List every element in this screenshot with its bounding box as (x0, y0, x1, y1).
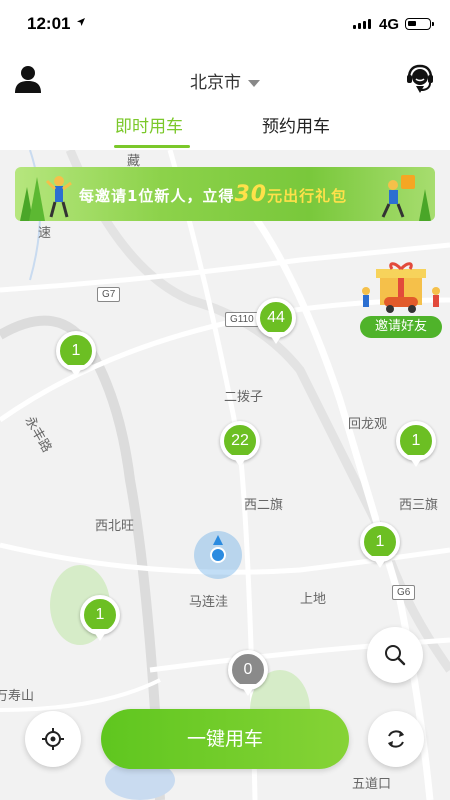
customer-service-icon[interactable] (406, 64, 434, 94)
invite-friends-label: 邀请好友 (360, 316, 442, 338)
refresh-icon (388, 730, 404, 748)
map-view[interactable]: 藏 速 永丰路 二拨子 回龙观 西二旗 西三旗 西北旺 马连洼 上地 五道口 万… (0, 150, 450, 800)
map-label: 西二旗 (244, 498, 284, 513)
tab-reserve[interactable]: 预约用车 (262, 112, 330, 137)
map-label: 马连洼 (189, 595, 229, 610)
vehicle-cluster-marker[interactable]: 1 (56, 331, 96, 383)
status-bar: 12:01 4G (0, 0, 450, 52)
search-icon (385, 645, 406, 666)
map-label: 二拨子 (224, 390, 264, 405)
location-dot (210, 547, 226, 563)
vehicle-cluster-marker[interactable]: 22 (220, 421, 260, 473)
vehicle-cluster-marker[interactable]: 0 (228, 650, 268, 702)
one-tap-ride-button[interactable]: 一键用车 (101, 709, 349, 769)
active-tab-indicator (114, 145, 190, 148)
heading-arrow-icon (213, 535, 223, 545)
map-label: 西三旗 (399, 498, 439, 513)
map-label: 五道口 (352, 777, 392, 792)
city-label: 北京市 (190, 73, 241, 93)
map-label: 上地 (300, 592, 327, 607)
city-selector[interactable]: 北京市 (0, 68, 450, 93)
map-label: 万寿山 (0, 689, 35, 704)
promo-illustration-right (381, 175, 431, 221)
map-roads (0, 150, 450, 800)
invite-friends-button[interactable]: 邀请好友 (358, 261, 444, 341)
highway-shield: G7 (97, 287, 121, 302)
current-location-marker (194, 531, 242, 579)
vehicle-cluster-marker[interactable]: 1 (396, 421, 436, 473)
crosshair-icon (42, 728, 64, 750)
highway-shield: G6 (392, 585, 416, 600)
network-type: 4G (379, 16, 400, 33)
map-label: 西北旺 (95, 519, 135, 534)
location-arrow-icon (77, 18, 85, 26)
vehicle-cluster-marker[interactable]: 1 (80, 595, 120, 647)
battery-icon (405, 18, 434, 30)
promo-text: 每邀请1位新人，立得30元出行礼包 (79, 182, 348, 207)
refresh-button[interactable] (368, 711, 424, 767)
search-button[interactable] (367, 627, 423, 683)
header: 北京市 即时用车 预约用车 (0, 52, 450, 150)
gift-car-icon (362, 262, 440, 313)
vehicle-cluster-marker[interactable]: 1 (360, 522, 400, 574)
vehicle-cluster-marker[interactable]: 44 (256, 298, 296, 350)
locate-me-button[interactable] (25, 711, 81, 767)
map-label: 速 (38, 226, 52, 241)
highway-shield: G110 (225, 312, 259, 327)
map-label: 回龙观 (348, 417, 388, 432)
tab-instant[interactable]: 即时用车 (115, 112, 183, 137)
signal-icon (353, 19, 371, 29)
promo-illustration-left (20, 176, 72, 221)
chevron-down-icon (248, 79, 260, 87)
status-time: 12:01 (27, 14, 71, 33)
promo-banner[interactable]: 每邀请1位新人，立得30元出行礼包 (15, 167, 435, 221)
